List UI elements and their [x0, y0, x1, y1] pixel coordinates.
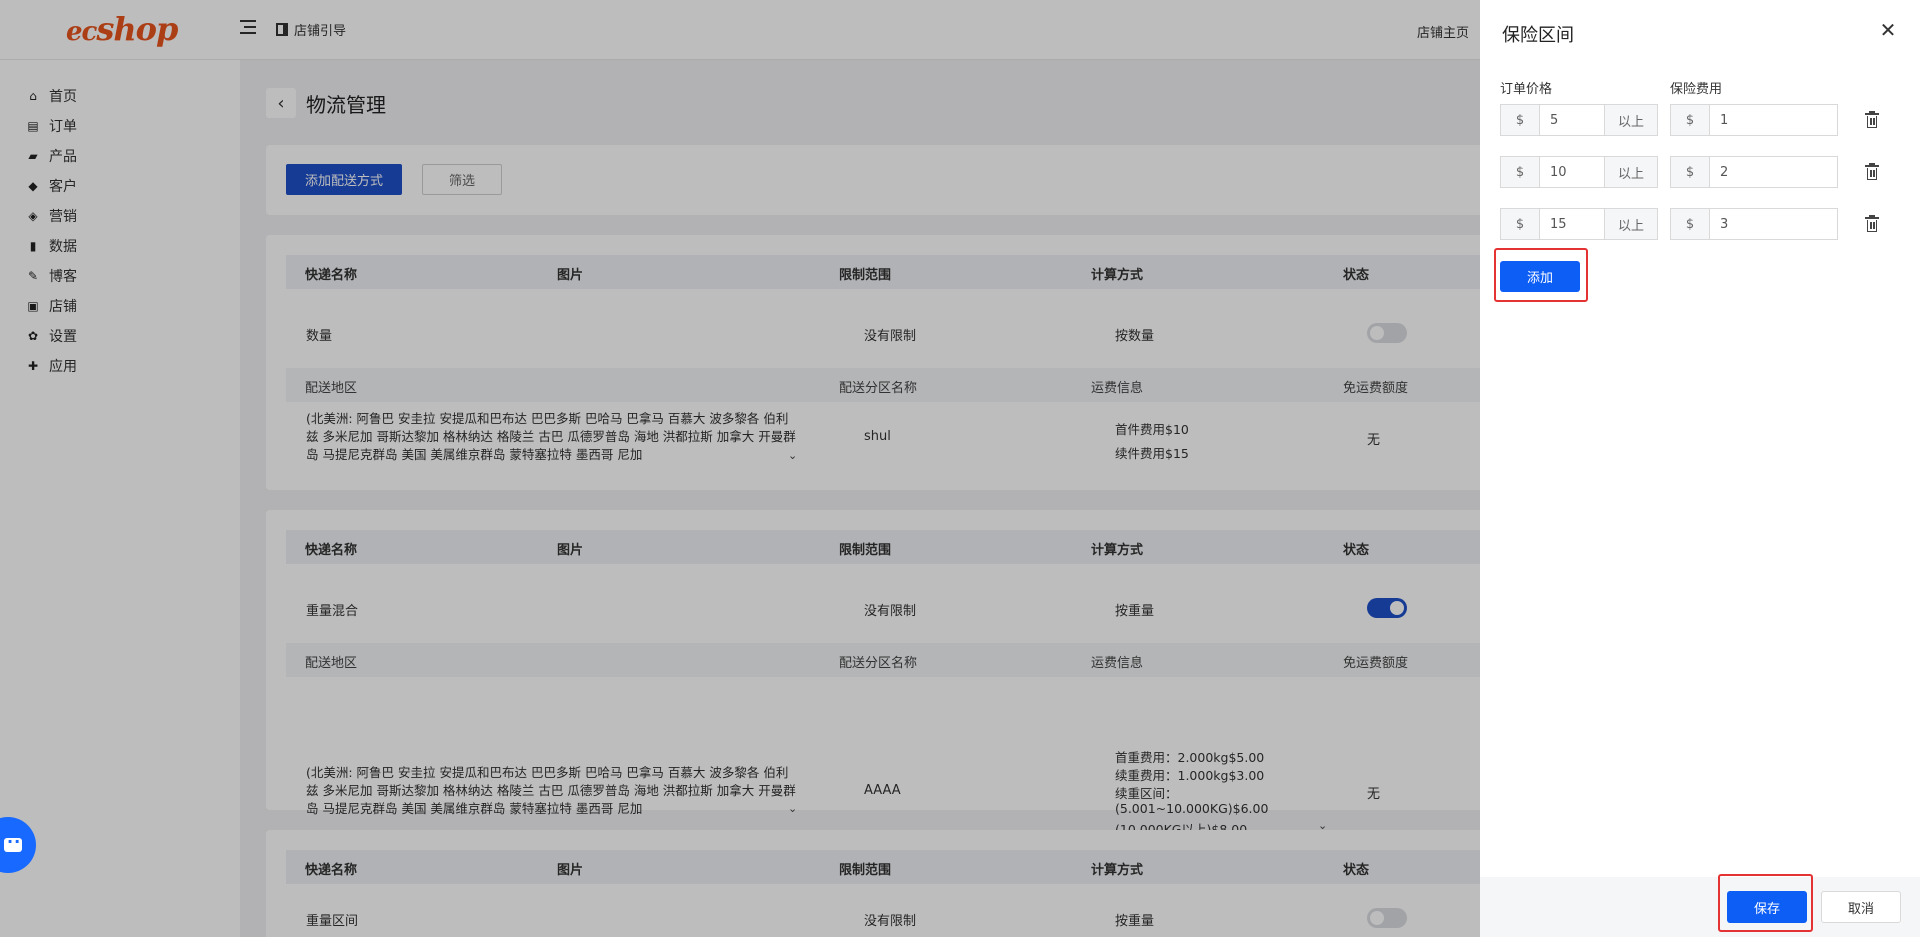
- trash-icon[interactable]: [1865, 163, 1879, 180]
- insurance-fee-label: 保险费用: [1670, 82, 1723, 97]
- insurance-fee-input[interactable]: [1709, 208, 1838, 240]
- order-price-label: 订单价格: [1500, 82, 1553, 97]
- currency-prefix: $: [1670, 156, 1710, 188]
- order-price-input[interactable]: [1539, 156, 1605, 188]
- above-suffix: 以上: [1604, 104, 1658, 136]
- currency-prefix: $: [1500, 156, 1540, 188]
- order-price-input[interactable]: [1539, 208, 1605, 240]
- insurance-fee-input[interactable]: [1709, 156, 1838, 188]
- save-button[interactable]: 保存: [1727, 891, 1807, 923]
- drawer-title: 保险区间: [1502, 25, 1574, 46]
- insurance-row: $ 以上 $: [1500, 156, 1900, 188]
- chat-icon: [4, 832, 22, 852]
- insurance-fee-input[interactable]: [1709, 104, 1838, 136]
- trash-icon[interactable]: [1865, 111, 1879, 128]
- above-suffix: 以上: [1604, 156, 1658, 188]
- order-price-input[interactable]: [1539, 104, 1605, 136]
- currency-prefix: $: [1670, 104, 1710, 136]
- close-icon[interactable]: ✕: [1878, 20, 1898, 40]
- currency-prefix: $: [1500, 104, 1540, 136]
- currency-prefix: $: [1500, 208, 1540, 240]
- currency-prefix: $: [1670, 208, 1710, 240]
- above-suffix: 以上: [1604, 208, 1658, 240]
- insurance-drawer: 保险区间 ✕ 订单价格 保险费用 $ 以上 $ $ 以上 $ $ 以上 $: [1480, 0, 1920, 937]
- add-row-button[interactable]: 添加: [1500, 261, 1580, 292]
- insurance-row: $ 以上 $: [1500, 208, 1900, 240]
- cancel-button[interactable]: 取消: [1821, 891, 1901, 923]
- trash-icon[interactable]: [1865, 215, 1879, 232]
- insurance-row: $ 以上 $: [1500, 104, 1900, 136]
